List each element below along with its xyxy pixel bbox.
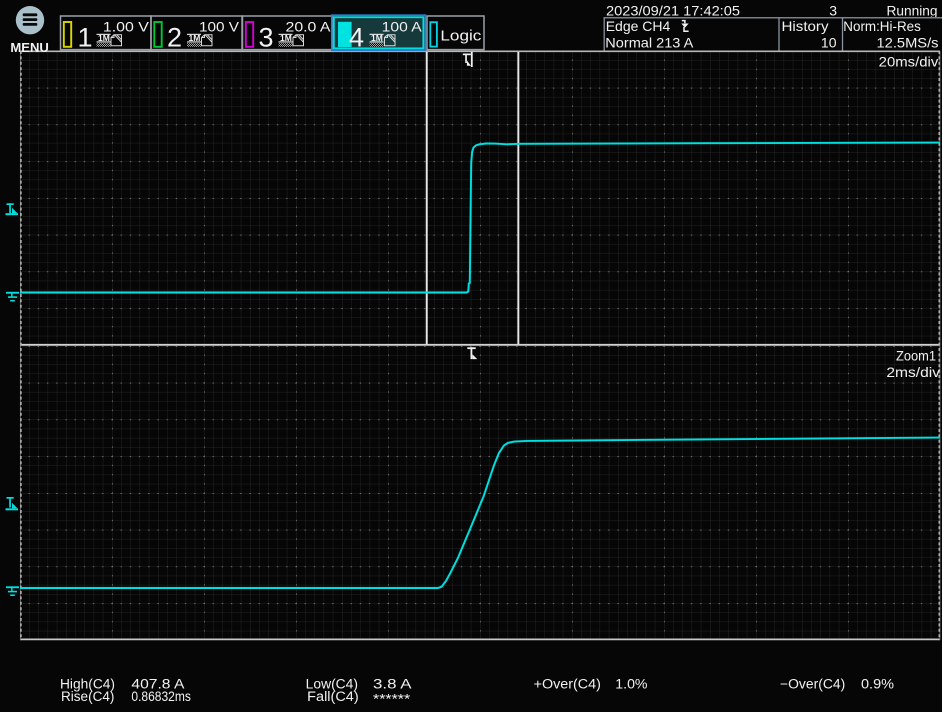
svg-text:Fall(C4): Fall(C4) (307, 689, 359, 704)
svg-text:Zoom1: Zoom1 (896, 347, 936, 363)
svg-text:20ms/div: 20ms/div (879, 54, 939, 70)
svg-text:3: 3 (829, 2, 837, 18)
svg-text:2ms/div: 2ms/div (886, 364, 940, 380)
svg-text:******: ****** (373, 692, 411, 707)
svg-text:Logic: Logic (440, 29, 481, 45)
svg-text:MENU: MENU (10, 41, 49, 55)
svg-text:0.86832ms: 0.86832ms (131, 689, 191, 704)
svg-text:Rise(C4): Rise(C4) (61, 689, 114, 704)
svg-text:1: 1 (78, 22, 93, 52)
svg-text:0.9%: 0.9% (861, 677, 894, 692)
svg-text:Running: Running (887, 2, 938, 18)
svg-text:+Over(C4): +Over(C4) (534, 677, 601, 692)
svg-text:Edge CH4: Edge CH4 (606, 18, 671, 34)
svg-text:Normal 213 A: Normal 213 A (605, 34, 694, 50)
svg-text:1.0%: 1.0% (615, 677, 647, 692)
svg-text:2023/09/21 17:42:05: 2023/09/21 17:42:05 (606, 2, 740, 18)
svg-text:1.00 V: 1.00 V (103, 19, 150, 35)
svg-text:History: History (782, 18, 829, 34)
svg-text:−Over(C4): −Over(C4) (780, 677, 845, 692)
svg-text:10: 10 (821, 35, 837, 51)
svg-text:2: 2 (167, 22, 182, 52)
svg-text:100 V: 100 V (199, 19, 240, 35)
svg-text:3.8 A: 3.8 A (373, 677, 412, 692)
svg-text:20.0 A: 20.0 A (286, 19, 332, 35)
svg-text:12.5MS/s: 12.5MS/s (877, 35, 939, 51)
svg-text:3: 3 (259, 22, 274, 52)
svg-text:4: 4 (349, 22, 364, 52)
svg-text:Norm:Hi-Res: Norm:Hi-Res (843, 18, 921, 34)
svg-text:100 A: 100 A (382, 19, 423, 35)
